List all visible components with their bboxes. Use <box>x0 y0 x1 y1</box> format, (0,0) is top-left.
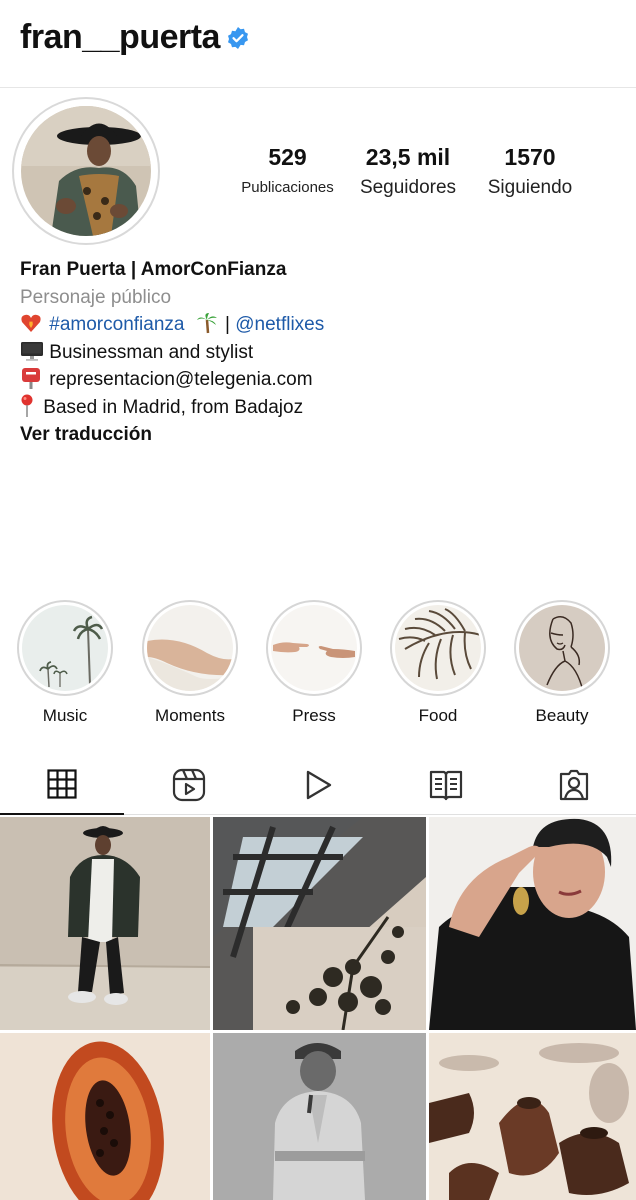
mention-link[interactable]: @netflixes <box>235 314 324 335</box>
profile-tabs <box>0 755 636 815</box>
palm-leaf-thumbnail <box>395 605 481 691</box>
highlight-ring <box>514 600 610 696</box>
highlight-press[interactable]: Press <box>264 600 364 726</box>
story-highlights: Music Moments Press Food Beauty <box>0 600 636 730</box>
profile-bio: Fran Puerta | AmorConFianza Personaje pú… <box>20 256 620 449</box>
tab-reels[interactable] <box>127 755 251 815</box>
round-pushpin-icon <box>20 394 38 422</box>
highlight-music[interactable]: Music <box>15 600 115 726</box>
tab-guides[interactable] <box>384 755 508 815</box>
tab-videos[interactable] <box>256 755 380 815</box>
highlight-label: Music <box>42 706 88 725</box>
see-translation-link[interactable]: Ver traducción <box>20 421 620 449</box>
grid-icon <box>47 769 77 799</box>
post-thumbnail[interactable] <box>0 817 210 1030</box>
highlight-label: Press <box>292 706 336 725</box>
hands-thumbnail <box>271 605 357 691</box>
display-name: Fran Puerta | AmorConFianza <box>20 259 287 280</box>
post-thumbnail[interactable] <box>429 1033 636 1200</box>
highlight-ring <box>17 600 113 696</box>
tagged-icon <box>559 769 589 801</box>
bio-line-3: representacion@telegenia.com <box>20 366 620 394</box>
bio-location: Based in Madrid, from Badajoz <box>43 396 304 418</box>
post-thumbnail[interactable] <box>429 817 636 1030</box>
avatar-image <box>21 106 151 236</box>
tab-tagged[interactable] <box>512 755 636 815</box>
posts-count: 529 <box>268 144 307 170</box>
post-thumbnail[interactable] <box>213 817 426 1030</box>
email-link[interactable]: representacion@telegenia.com <box>49 369 312 390</box>
reels-icon <box>172 768 206 802</box>
beach-thumbnail <box>147 605 233 691</box>
guides-icon <box>429 770 463 801</box>
face-line-art-thumbnail <box>519 605 605 691</box>
followers-stat[interactable]: 23,5 mil Seguidores <box>345 144 471 199</box>
profile-category: Personaje público <box>20 286 172 308</box>
highlight-food[interactable]: Food <box>388 600 488 726</box>
posts-stat[interactable]: 529 Publicaciones <box>230 144 345 199</box>
post-thumbnail[interactable] <box>0 1033 210 1200</box>
username-row: fran__puerta <box>20 18 250 57</box>
heart-fire-icon <box>20 311 44 339</box>
highlight-label: Moments <box>155 706 225 725</box>
bio-line-4: Based in Madrid, from Badajoz <box>20 394 620 422</box>
profile-avatar[interactable] <box>12 97 160 245</box>
hashtag-link[interactable]: #amorconfianza <box>49 314 184 335</box>
palm-trees-thumbnail <box>22 605 108 691</box>
posts-label: Publicaciones <box>241 179 334 196</box>
postbox-icon <box>20 366 44 394</box>
bio-line-1: #amorconfianza | @netflixes <box>20 311 620 339</box>
username: fran__puerta <box>20 18 220 56</box>
following-label: Siguiendo <box>487 177 573 198</box>
profile-stats: 529 Publicaciones 23,5 mil Seguidores 15… <box>230 144 590 199</box>
video-play-icon <box>306 770 332 800</box>
following-count: 1570 <box>504 144 556 170</box>
followers-label: Seguidores <box>359 177 457 198</box>
profile-header: fran__puerta <box>0 0 636 88</box>
bio-line-2: Businessman and stylist <box>20 339 620 367</box>
highlight-ring <box>266 600 362 696</box>
highlight-label: Food <box>418 706 458 725</box>
bio-occupation: Businessman and stylist <box>49 341 254 363</box>
palm-tree-icon <box>196 311 220 339</box>
verified-badge-icon <box>227 26 248 49</box>
tab-posts-grid[interactable] <box>0 755 124 815</box>
highlight-moments[interactable]: Moments <box>140 600 240 726</box>
following-stat[interactable]: 1570 Siguiendo <box>471 144 589 199</box>
desktop-computer-icon <box>20 339 44 367</box>
highlight-ring <box>390 600 486 696</box>
post-thumbnail[interactable] <box>213 1033 426 1200</box>
highlight-ring <box>142 600 238 696</box>
highlight-label: Beauty <box>535 706 589 725</box>
bio-separator: | <box>225 314 230 335</box>
highlight-beauty[interactable]: Beauty <box>512 600 612 726</box>
posts-grid <box>0 817 636 1200</box>
followers-count: 23,5 mil <box>365 144 451 170</box>
